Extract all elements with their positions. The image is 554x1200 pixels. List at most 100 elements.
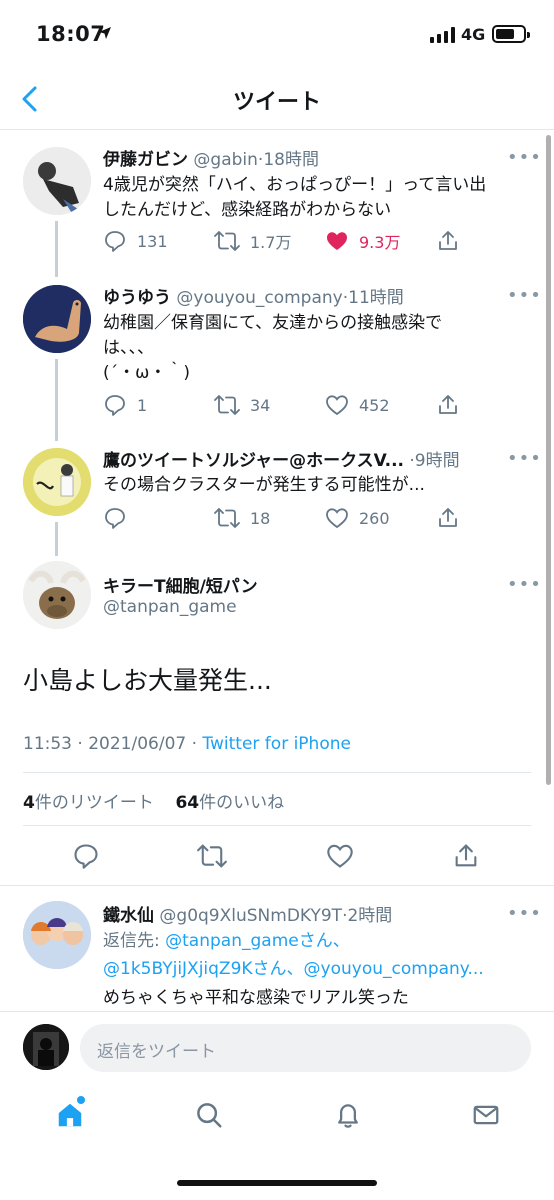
heart-icon [326, 395, 348, 416]
retweet-button[interactable]: 1.7万 [214, 229, 291, 253]
notification-dot [77, 1096, 85, 1104]
avatar[interactable] [23, 901, 91, 969]
client-link[interactable]: Twitter for iPhone [202, 734, 351, 754]
user-handle[interactable]: @tanpan_game [103, 597, 237, 617]
display-name[interactable]: 鷹のツイートソルジャー@ホークスV... [103, 451, 404, 471]
reply-button[interactable] [103, 506, 137, 530]
more-options-button[interactable]: ••• [507, 448, 542, 469]
own-avatar[interactable] [23, 1024, 69, 1070]
reply-input[interactable]: 返信をツイート [80, 1024, 531, 1072]
user-handle[interactable]: @youyou_company [176, 288, 342, 308]
status-bar: 18:07 4G [0, 0, 554, 70]
page-title: ツイート [232, 90, 321, 115]
tweet-meta: 11:53 · 2021/06/07 · Twitter for iPhone [23, 734, 351, 754]
reply-icon [105, 508, 125, 529]
tweet-text: 幼稚園／保育園にて、友達からの接触感染で は、、、 (´・ω・｀) [103, 313, 443, 383]
retweet-stat[interactable]: 4件のリツイート [23, 793, 154, 813]
avatar[interactable] [23, 147, 91, 215]
tab-notifications[interactable] [333, 1100, 363, 1134]
tab-messages[interactable] [471, 1100, 501, 1134]
tweet-header: 鐵水仙 @g0q9XluSNmDKY9T·2時間 [103, 906, 393, 926]
display-name[interactable]: ゆうゆう [103, 288, 171, 308]
heart-icon [326, 508, 348, 529]
signal-icon [430, 27, 455, 43]
retweet-button[interactable]: 34 [214, 393, 270, 417]
reply-button[interactable] [72, 842, 100, 874]
share-button[interactable] [436, 506, 460, 530]
share-icon [439, 508, 457, 527]
replying-to-continued: @1k5BYjiJXjiqZ9Kさん、@youyou_company... [103, 955, 543, 983]
like-stat[interactable]: 64件のいいね [175, 793, 284, 813]
like-button[interactable]: 9.3万 [325, 229, 400, 253]
timestamp: 11時間 [348, 288, 404, 308]
user-handle[interactable]: @g0q9XluSNmDKY9T [159, 906, 342, 926]
mail-icon [473, 1105, 499, 1125]
share-button[interactable] [452, 842, 480, 874]
tweet-text: 4歳児が突然「ハイ、おっぱっぴー！」って言い出 したんだけど、感染経路がわからな… [103, 175, 487, 220]
thread-connector [55, 221, 58, 277]
heart-icon [327, 232, 347, 250]
retweet-icon [214, 508, 240, 528]
reply-icon [105, 395, 125, 416]
tweet-header: ゆうゆう @youyou_company·11時間 [103, 288, 404, 308]
share-button[interactable] [436, 229, 460, 253]
user-handle[interactable]: @gabin [193, 150, 258, 170]
replying-to: 返信先: @tanpan_gameさん、 [103, 931, 350, 951]
divider [23, 772, 531, 773]
retweet-count: 1.7万 [250, 233, 292, 252]
silhouette-avatar-icon [23, 1024, 69, 1070]
baseball-player-avatar-icon [23, 448, 91, 516]
thread-connector [55, 522, 58, 556]
tab-home[interactable] [55, 1096, 85, 1134]
retweet-icon [197, 844, 227, 868]
divider [23, 825, 531, 826]
avatar[interactable] [23, 561, 91, 629]
tweet-text: 小島よしお大量発生... [23, 666, 272, 695]
avatar[interactable] [23, 448, 91, 516]
like-button[interactable]: 452 [325, 393, 390, 417]
tweet-header: 伊藤ガビン @gabin·18時間 [103, 150, 319, 170]
display-name[interactable]: 伊藤ガビン [103, 150, 188, 170]
tweet-date: 2021/06/07 [88, 734, 187, 754]
battery-icon [492, 25, 530, 43]
display-name[interactable]: 鐵水仙 [103, 906, 154, 926]
search-icon [197, 1103, 222, 1128]
share-icon [455, 844, 477, 867]
more-options-button[interactable]: ••• [507, 903, 542, 924]
share-button[interactable] [436, 393, 460, 417]
tweet-text: その場合クラスターが発生する可能性が... [103, 475, 425, 495]
reply-target-link[interactable]: @tanpan_gameさん、 [165, 931, 350, 951]
avatar[interactable] [23, 285, 91, 353]
reply-button[interactable]: 1 [103, 393, 147, 417]
scrollbar[interactable] [546, 135, 551, 785]
reply-target-link[interactable]: @1k5BYjiJXjiqZ9Kさん、@youyou_company... [103, 959, 484, 979]
tweet-time: 11:53 [23, 734, 72, 754]
thread-connector [55, 359, 58, 441]
more-options-button[interactable]: ••• [507, 285, 542, 306]
more-options-button[interactable]: ••• [507, 147, 542, 168]
retweet-icon [214, 231, 240, 251]
like-count: 260 [359, 508, 390, 528]
status-time: 18:07 [36, 22, 106, 46]
reply-button[interactable]: 131 [103, 229, 168, 253]
more-options-button[interactable]: ••• [507, 574, 542, 595]
retweet-button[interactable]: 18 [214, 506, 270, 530]
like-count: 452 [359, 395, 390, 415]
bell-icon [338, 1104, 358, 1128]
engagement-stats: 4件のリツイート 64件のいいね [23, 788, 284, 813]
display-name[interactable]: キラーT細胞/短パン [103, 572, 258, 597]
share-icon [439, 231, 457, 250]
moose-avatar-icon [23, 561, 91, 629]
retweet-count: 34 [250, 395, 271, 415]
home-indicator[interactable] [177, 1180, 377, 1186]
retweet-icon [214, 395, 240, 415]
home-icon [58, 1103, 82, 1127]
tab-search[interactable] [194, 1100, 224, 1134]
reply-count: 131 [137, 231, 168, 251]
like-button[interactable]: 260 [325, 506, 390, 530]
network-type: 4G [461, 25, 486, 44]
dinosaur-avatar-icon [23, 285, 91, 353]
like-button[interactable] [326, 842, 354, 874]
retweet-button[interactable] [197, 842, 227, 874]
nav-bar: ツイート [0, 70, 554, 130]
